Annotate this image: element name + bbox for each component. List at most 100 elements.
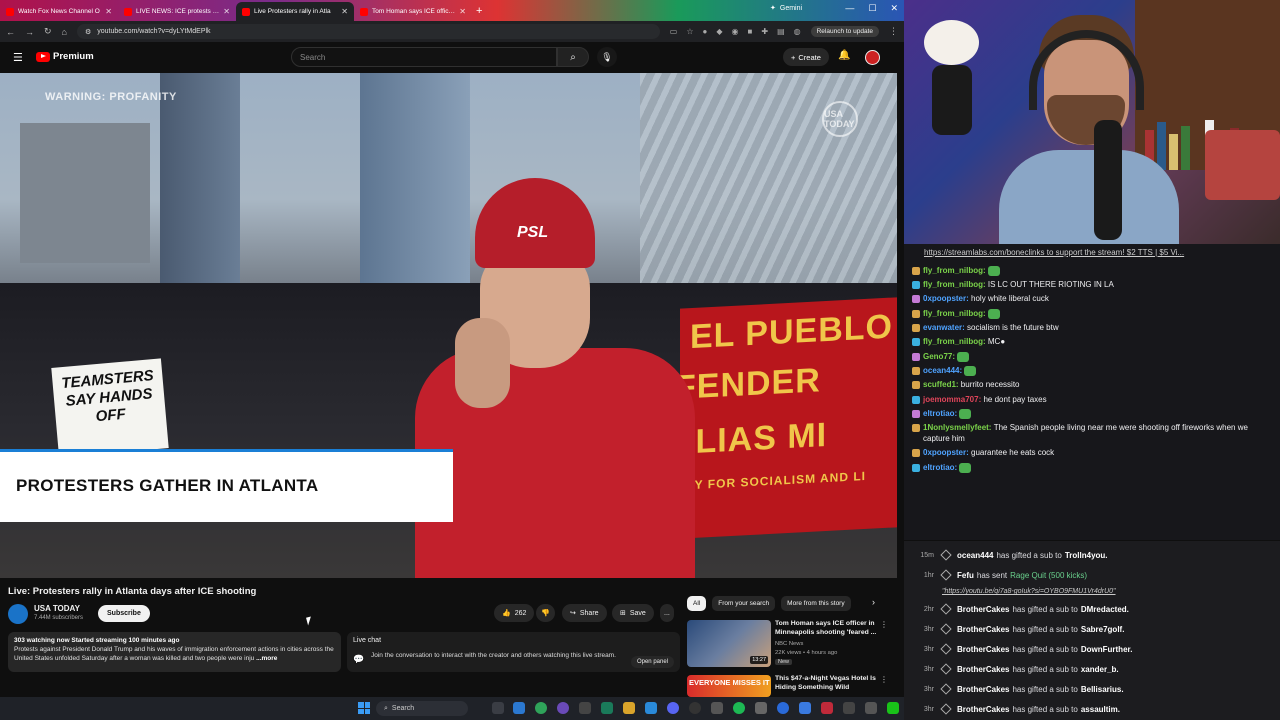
maximize-icon[interactable]: ☐ [868,3,876,14]
chat-username[interactable]: 1Nonlysmellyfeet: [923,423,994,432]
notifications-bell-icon[interactable]: 🔔 [838,50,850,61]
chat-username[interactable]: fly_from_nilbog: [923,266,988,275]
chat-username[interactable]: ocean444: [923,366,964,375]
chat-username[interactable]: Geno77: [923,352,957,361]
recommended-video[interactable]: EVERYONE MISSES IT This $47-a-Night Vega… [687,675,892,697]
app-icon[interactable] [755,702,767,714]
forward-icon[interactable]: → [25,27,34,37]
chevron-right-icon[interactable]: › [872,597,875,607]
like-button[interactable]: 👍 262 [494,604,535,622]
close-tab-icon[interactable]: ✕ [341,7,348,16]
app-icon[interactable] [601,702,613,714]
youtube-logo[interactable]: Premium [36,51,94,62]
file-explorer-icon[interactable] [623,702,635,714]
hamburger-menu-icon[interactable]: ☰ [13,51,23,64]
chat-username[interactable]: 0xpoopster: [923,294,971,303]
tab-fox-news[interactable]: Watch Fox News Channel O ✕ [0,2,118,21]
relaunch-button[interactable]: Relaunch to update [810,26,879,37]
close-tab-icon[interactable]: ✕ [459,7,466,16]
chat-username[interactable]: fly_from_nilbog: [923,337,988,346]
chat-username[interactable]: 0xpoopster: [923,448,971,457]
user-badge-icon [912,338,920,347]
show-more-link[interactable]: ...more [256,655,277,662]
cast-icon[interactable]: ▭ [670,27,678,36]
reload-icon[interactable]: ↻ [44,26,52,37]
chrome-icon[interactable] [535,702,547,714]
app-icon[interactable] [887,702,899,714]
extension-icon[interactable]: ◆ [716,27,722,36]
chip-all[interactable]: All [687,595,707,611]
open-panel-button[interactable]: Open panel [630,656,674,668]
app-icon[interactable] [821,702,833,714]
app-icon[interactable] [557,702,569,714]
account-avatar[interactable] [865,50,880,65]
close-window-icon[interactable]: ✕ [890,3,898,14]
chat-username[interactable]: eltrotiao: [923,463,959,472]
more-options-icon[interactable]: ⋮ [880,620,888,629]
extension-icon[interactable]: ■ [748,27,753,36]
edge-icon[interactable] [513,702,525,714]
new-tab-button[interactable]: + [476,5,482,17]
video-player[interactable]: EL PUEBLO FENDER ILIAS MI NY FOR SOCIALI… [0,73,897,578]
windows-start-icon[interactable] [358,702,370,714]
close-tab-icon[interactable]: ✕ [105,7,112,16]
share-button[interactable]: ↪ Share [562,604,607,622]
recommended-video[interactable]: 13:27 Tom Homan says ICE officer in Minn… [687,620,892,672]
back-icon[interactable]: ← [6,27,15,37]
terminal-icon[interactable] [579,702,591,714]
chat-username[interactable]: fly_from_nilbog: [923,309,988,318]
more-options-icon[interactable]: ⋮ [880,675,888,684]
tab-tom-homan[interactable]: Tom Homan says ICE officer in ✕ [354,2,472,21]
app-icon[interactable] [711,702,723,714]
subscriber-count: 7.44M subscribers [34,615,84,621]
sidebar-icon[interactable]: ▤ [777,27,785,36]
url-field[interactable]: ⚙ youtube.com/watch?v=dyLYtMdEPlk [76,24,660,39]
chip-more-from-story[interactable]: More from this story [781,595,851,611]
minimize-icon[interactable]: — [845,3,854,14]
close-tab-icon[interactable]: ✕ [223,7,230,16]
discord-icon[interactable] [667,702,679,714]
voice-search-button[interactable]: 🎙 [597,47,617,67]
tab-protesters-rally[interactable]: Live Protesters rally in Atla ✕ [236,2,354,21]
subscribe-button[interactable]: Subscribe [98,605,150,622]
search-button[interactable]: ⌕ [557,47,589,67]
tab-live-news[interactable]: LIVE NEWS: ICE protests contin✕ [118,2,236,21]
save-button[interactable]: ⊞ Save [612,604,654,622]
channel-avatar[interactable] [8,604,28,624]
bookmark-star-icon[interactable]: ☆ [686,27,693,36]
video-thumbnail[interactable]: EVERYONE MISSES IT [687,675,771,697]
chat-username[interactable]: joemomma707: [923,395,983,404]
site-info-icon[interactable]: ⚙ [85,28,91,36]
event-link[interactable]: "https://youtu.be/qi7a8-goIuk?si=OYBO9FM… [942,585,1280,599]
home-icon[interactable]: ⌂ [62,27,67,37]
streamer-webcam [904,0,1280,248]
profile-icon[interactable]: ◍ [794,27,801,36]
chat-username[interactable]: fly_from_nilbog: [923,280,988,289]
obs-icon[interactable] [689,702,701,714]
puzzle-icon[interactable]: ✚ [761,27,768,36]
video-thumbnail[interactable]: 13:27 [687,620,771,667]
chat-username[interactable]: eltrotiao: [923,409,959,418]
app-icon[interactable] [645,702,657,714]
app-icon[interactable] [777,702,789,714]
description-box[interactable]: 303 watching now Started streaming 100 m… [8,632,341,672]
extension-icon[interactable]: ● [703,27,708,36]
menu-kebab-icon[interactable]: ⋮ [889,26,898,37]
create-button[interactable]: + Create [783,48,829,66]
app-icon[interactable] [843,702,855,714]
dislike-button[interactable]: 👎 [536,604,555,622]
extension-icon[interactable]: ◉ [732,27,739,36]
chip-from-your-search[interactable]: From your search [712,595,776,611]
app-icon[interactable] [799,702,811,714]
gift-icon [940,663,952,675]
more-actions-button[interactable]: ... [660,604,674,622]
taskbar-search[interactable]: ⌕ Search [376,701,468,716]
search-input[interactable]: Search [291,47,557,67]
chat-username[interactable]: scuffed1: [923,380,961,389]
chat-username[interactable]: evanwater: [923,323,967,332]
channel-name[interactable]: USA TODAY [34,604,80,613]
app-icon[interactable] [865,702,877,714]
gemini-button[interactable]: ✦ Gemini [770,4,802,13]
spotify-icon[interactable] [733,702,745,714]
task-view-icon[interactable] [492,702,504,714]
